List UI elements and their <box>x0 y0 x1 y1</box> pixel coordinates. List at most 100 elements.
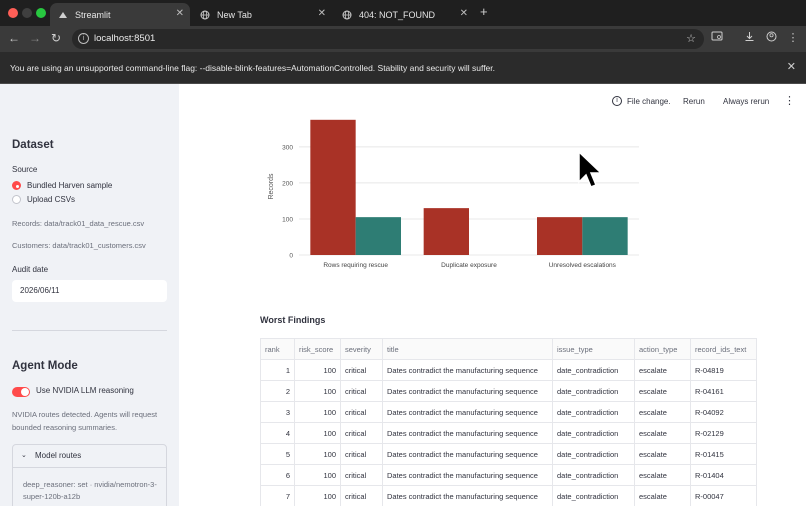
globe-icon <box>342 10 352 20</box>
cell-title: Dates contradict the manufacturing seque… <box>382 422 553 444</box>
records-path: Records: data/track01_data_rescue.csv <box>12 219 145 228</box>
table-row[interactable]: 2 100 critical Dates contradict the manufac… <box>260 380 757 402</box>
download-icon[interactable] <box>742 31 756 45</box>
tab-404[interactable]: 404: NOT_FOUND ✕ <box>334 3 474 26</box>
cell-risk-score: 100 <box>294 485 341 506</box>
cell-rank: 2 <box>260 380 295 402</box>
column-header-severity[interactable]: severity <box>340 338 383 360</box>
table-row[interactable]: 3 100 critical Dates contradict the manufac… <box>260 401 757 423</box>
source-label: Source <box>12 165 38 174</box>
close-tab-icon[interactable]: ✕ <box>460 8 468 19</box>
new-tab-icon[interactable]: + <box>480 4 488 19</box>
cell-record-ids-text: R-01415 <box>690 443 757 465</box>
bar <box>537 217 583 255</box>
cell-severity: critical <box>340 359 383 381</box>
browser-tab-bar: Streamlit ✕ New Tab ✕ 404: NOT_FOUND ✕ + <box>0 0 806 26</box>
cell-issue-type: date_contradiction <box>552 464 635 486</box>
x-tick-label: Rows requiring rescue <box>323 262 388 269</box>
cell-action-type: escalate <box>634 485 691 506</box>
streamlit-icon <box>58 10 68 20</box>
worst-findings-title: Worst Findings <box>260 315 326 325</box>
radio-selected-icon[interactable] <box>12 181 21 190</box>
cell-issue-type: date_contradiction <box>552 359 635 381</box>
cell-record-ids-text: R-01404 <box>690 464 757 486</box>
info-icon: i <box>612 96 622 106</box>
browser-toolbar: ← → ↻ i localhost:8501 ☆ ⋮ <box>0 26 806 52</box>
table-row[interactable]: 6 100 critical Dates contradict the manufac… <box>260 464 757 486</box>
cell-title: Dates contradict the manufacturing seque… <box>382 380 553 402</box>
main-menu-icon[interactable]: ⋮ <box>784 94 795 107</box>
table-row[interactable]: 1 100 critical Dates contradict the manufac… <box>260 359 757 381</box>
table-row[interactable]: 4 100 critical Dates contradict the manufac… <box>260 422 757 444</box>
mouse-cursor-icon <box>578 150 603 188</box>
radio-bundled-sample[interactable]: Bundled Harven sample <box>12 181 112 190</box>
minimize-window-button[interactable] <box>22 8 32 18</box>
close-window-button[interactable] <box>8 8 18 18</box>
cell-issue-type: date_contradiction <box>552 443 635 465</box>
cast-icon[interactable] <box>710 31 724 45</box>
radio-unselected-icon[interactable] <box>12 195 21 204</box>
column-header-risk-score[interactable]: risk_score <box>294 338 341 360</box>
cell-issue-type: date_contradiction <box>552 380 635 402</box>
cell-title: Dates contradict the manufacturing seque… <box>382 443 553 465</box>
address-bar[interactable]: i localhost:8501 ☆ <box>72 29 704 49</box>
llm-reasoning-toggle[interactable] <box>12 387 30 397</box>
close-infobar-icon[interactable]: ✕ <box>787 60 796 73</box>
tab-new-tab[interactable]: New Tab ✕ <box>192 3 332 26</box>
sidebar: Dataset Source Bundled Harven sample Upl… <box>0 84 179 506</box>
info-icon[interactable]: i <box>78 33 89 44</box>
warning-infobar: You are using an unsupported command-lin… <box>0 52 806 84</box>
column-header-title[interactable]: title <box>382 338 553 360</box>
rerun-button[interactable]: Rerun <box>683 97 705 106</box>
close-tab-icon[interactable]: ✕ <box>318 8 326 19</box>
forward-icon[interactable]: → <box>28 31 42 45</box>
column-header-rank[interactable]: rank <box>260 338 295 360</box>
close-tab-icon[interactable]: ✕ <box>176 8 184 19</box>
radio-upload-csvs[interactable]: Upload CSVs <box>12 195 75 204</box>
y-tick-label: 100 <box>282 216 293 223</box>
expander-divider <box>13 467 166 468</box>
tab-label: New Tab <box>217 9 252 20</box>
cell-rank: 6 <box>260 464 295 486</box>
expander-title: Model routes <box>35 451 82 460</box>
cell-severity: critical <box>340 380 383 402</box>
cell-issue-type: date_contradiction <box>552 485 635 506</box>
table-row[interactable]: 5 100 critical Dates contradict the manufac… <box>260 443 757 465</box>
cell-record-ids-text: R-04819 <box>690 359 757 381</box>
cell-issue-type: date_contradiction <box>552 401 635 423</box>
always-rerun-button[interactable]: Always rerun <box>723 97 769 106</box>
bar-chart: 0 100 200 300 Records Rows requiring rescue Du… <box>268 119 639 269</box>
url-text[interactable]: localhost:8501 <box>94 33 155 44</box>
menu-kebab-icon[interactable]: ⋮ <box>786 31 800 44</box>
y-axis-label: Records <box>268 173 275 200</box>
cell-title: Dates contradict the manufacturing seque… <box>382 464 553 486</box>
cell-risk-score: 100 <box>294 359 341 381</box>
cell-action-type: escalate <box>634 464 691 486</box>
column-header-action-type[interactable]: action_type <box>634 338 691 360</box>
cell-rank: 3 <box>260 401 295 423</box>
table-row[interactable]: 7 100 critical Dates contradict the manufac… <box>260 485 757 506</box>
x-tick-label: Duplicate exposure <box>441 262 497 269</box>
cell-risk-score: 100 <box>294 464 341 486</box>
cell-title: Dates contradict the manufacturing seque… <box>382 401 553 423</box>
reload-icon[interactable]: ↻ <box>49 31 63 45</box>
globe-icon <box>200 10 210 20</box>
customers-path: Customers: data/track01_customers.csv <box>12 241 146 250</box>
tab-streamlit[interactable]: Streamlit ✕ <box>50 3 190 26</box>
cell-rank: 4 <box>260 422 295 444</box>
column-header-record-ids-text[interactable]: record_ids_text <box>690 338 757 360</box>
cell-action-type: escalate <box>634 422 691 444</box>
bar <box>423 208 469 255</box>
dataset-heading: Dataset <box>12 139 54 151</box>
radio-label: Upload CSVs <box>27 195 76 204</box>
audit-date-input[interactable]: 2026/06/11 <box>12 280 167 302</box>
model-routes-expander[interactable]: ⌄ Model routes deep_reasoner: set · nvid… <box>12 444 167 506</box>
chevron-down-icon: ⌄ <box>21 452 27 459</box>
cell-rank: 1 <box>260 359 295 381</box>
cell-rank: 7 <box>260 485 295 506</box>
bookmark-star-icon[interactable]: ☆ <box>686 32 696 45</box>
column-header-issue-type[interactable]: issue_type <box>552 338 635 360</box>
profile-icon[interactable] <box>764 31 778 45</box>
maximize-window-button[interactable] <box>36 8 46 18</box>
back-icon[interactable]: ← <box>7 31 21 45</box>
